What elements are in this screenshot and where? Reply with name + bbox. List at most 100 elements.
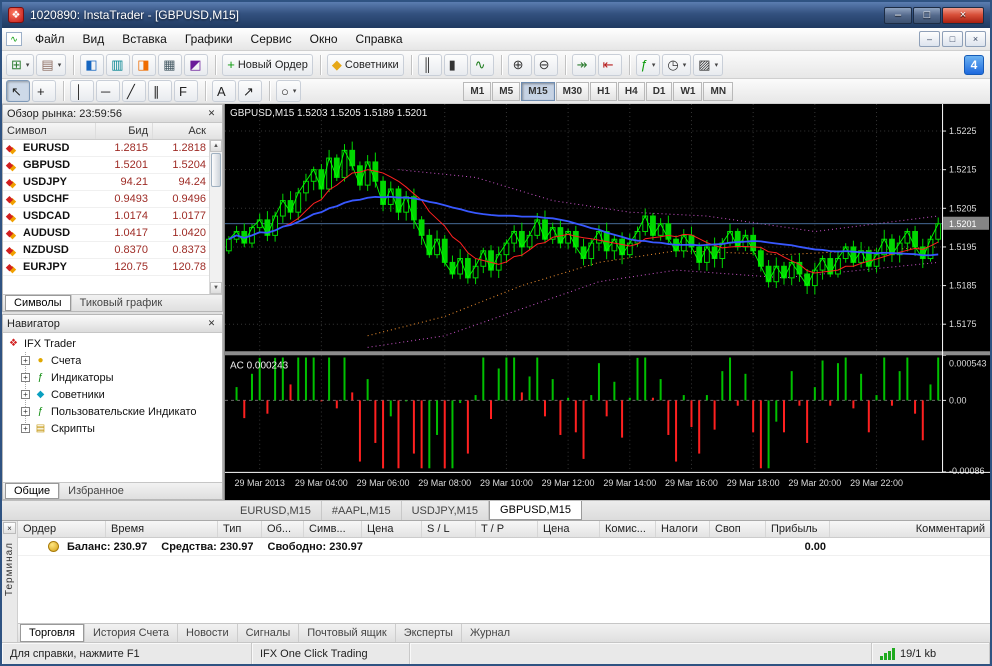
symbol-row-nzdusd[interactable]: ◆ NZDUSD 0.8370 0.8373 — [3, 242, 222, 259]
menu-view[interactable]: Вид — [74, 29, 114, 49]
data-window-toggle-button[interactable]: ▥ — [106, 53, 131, 76]
column-header-bid[interactable]: Бид — [95, 123, 152, 139]
crosshair-button[interactable]: + — [32, 80, 56, 102]
market-watch-close-icon[interactable]: ✕ — [205, 108, 218, 120]
terminal-close-icon[interactable]: × — [3, 522, 16, 534]
timeframe-m1-button[interactable]: M1 — [463, 81, 492, 101]
tree-item-custom-indicators[interactable]: + ƒ Пользовательские Индикато — [3, 403, 222, 420]
fibonacci-button[interactable]: F — [174, 80, 198, 102]
strategy-tester-toggle-button[interactable]: ◩ — [184, 53, 209, 76]
mdi-minimize-button[interactable]: – — [919, 31, 940, 47]
timeframe-m15-button[interactable]: M15 — [521, 81, 555, 101]
terminal-column-10[interactable]: Налоги — [656, 521, 710, 537]
menu-insert[interactable]: Вставка — [113, 29, 176, 49]
terminal-column-6[interactable]: S / L — [422, 521, 476, 537]
chart-shift-button[interactable]: ⇤ — [597, 53, 622, 76]
terminal-tab-mailbox[interactable]: Почтовый ящик — [298, 624, 394, 642]
navigator-toggle-button[interactable]: ◨ — [132, 53, 157, 76]
one-click-trading-section[interactable]: IFX One Click Trading — [252, 643, 410, 664]
terminal-column-0[interactable]: Ордер — [18, 521, 106, 537]
terminal-column-8[interactable]: Цена — [538, 521, 600, 537]
scroll-thumb[interactable] — [211, 153, 221, 187]
navigator-tab-common[interactable]: Общие — [5, 483, 60, 499]
title-bar[interactable]: ❖ 1020890: InstaTrader - [GBPUSD,M15] – … — [2, 2, 990, 28]
zoom-out-button[interactable]: ⊖ — [533, 53, 558, 76]
market-watch-toggle-button[interactable]: ◧ — [80, 53, 105, 76]
symbol-row-audusd[interactable]: ◆ AUDUSD 1.0417 1.0420 — [3, 225, 222, 242]
timeframe-w1-button[interactable]: W1 — [673, 81, 703, 101]
timeframe-h1-button[interactable]: H1 — [590, 81, 617, 101]
periods-button[interactable]: ◷ ▾ — [662, 53, 692, 76]
new-order-button[interactable]: + Новый Ордер — [222, 53, 313, 76]
symbol-row-eurjpy[interactable]: ◆ EURJPY 120.75 120.78 — [3, 259, 222, 276]
mdi-restore-button[interactable]: □ — [942, 31, 963, 47]
chart-mdi-icon[interactable]: ∿ — [6, 32, 22, 46]
expert-advisors-button[interactable]: ◆ Советники — [326, 53, 404, 76]
tree-item-indicators[interactable]: + ƒ Индикаторы — [3, 369, 222, 386]
indicators-button[interactable]: ƒ ▾ — [635, 53, 661, 76]
cursor-button[interactable]: ↖ — [6, 80, 30, 102]
terminal-column-13[interactable]: Комментарий — [830, 521, 990, 537]
tree-item-scripts[interactable]: + ▤ Скрипты — [3, 420, 222, 437]
minimize-button[interactable]: – — [884, 6, 912, 24]
terminal-column-1[interactable]: Время — [106, 521, 218, 537]
terminal-tab-journal[interactable]: Журнал — [460, 624, 518, 642]
candles-mode-button[interactable]: ▮ — [443, 53, 468, 76]
expand-icon[interactable]: + — [21, 407, 30, 416]
equidistant-channel-button[interactable]: ∥ — [148, 80, 172, 102]
terminal-column-5[interactable]: Цена — [362, 521, 422, 537]
symbol-row-eurusd[interactable]: ◆ EURUSD 1.2815 1.2818 — [3, 140, 222, 157]
terminal-column-12[interactable]: Прибыль — [766, 521, 830, 537]
terminal-column-7[interactable]: T / P — [476, 521, 538, 537]
arrow-objects-button[interactable]: ↗ — [238, 80, 262, 102]
terminal-tab-experts[interactable]: Эксперты — [394, 624, 461, 642]
terminal-column-11[interactable]: Своп — [710, 521, 766, 537]
auto-scroll-button[interactable]: ↠ — [571, 53, 596, 76]
expand-icon[interactable]: + — [21, 424, 30, 433]
profiles-button[interactable]: ▤ ▾ — [36, 53, 67, 76]
terminal-tab-news[interactable]: Новости — [177, 624, 237, 642]
menu-file[interactable]: Файл — [26, 29, 74, 49]
shapes-button[interactable]: ○ ▾ — [276, 80, 302, 102]
timeframe-d1-button[interactable]: D1 — [645, 81, 673, 101]
menu-help[interactable]: Справка — [347, 29, 412, 49]
text-label-button[interactable]: A — [212, 80, 236, 102]
market-watch-tab-symbols[interactable]: Символы — [5, 295, 71, 311]
scroll-down-icon[interactable]: ▼ — [210, 282, 222, 294]
terminal-tab-trade[interactable]: Торговля — [20, 624, 84, 642]
community-button[interactable]: 4 — [964, 54, 984, 75]
column-header-ask[interactable]: Аск — [152, 123, 222, 139]
tree-item-accounts[interactable]: + ● Счета — [3, 352, 222, 369]
price-chart[interactable]: 29 Mar 2013 29 Mar 04:00 29 Mar 06:00 29 Ma… — [225, 104, 990, 500]
menu-charts[interactable]: Графики — [176, 29, 242, 49]
bars-mode-button[interactable]: ║ — [417, 53, 442, 76]
timeframe-m5-button[interactable]: M5 — [492, 81, 521, 101]
line-mode-button[interactable]: ∿ — [469, 53, 494, 76]
timeframe-h4-button[interactable]: H4 — [617, 81, 645, 101]
market-watch-tab-tick-chart[interactable]: Тиковый график — [70, 295, 171, 311]
symbol-row-gbpusd[interactable]: ◆ GBPUSD 1.5201 1.5204 — [3, 157, 222, 174]
timeframe-m30-button[interactable]: M30 — [555, 81, 590, 101]
expand-icon[interactable]: + — [21, 390, 30, 399]
navigator-tab-favorites[interactable]: Избранное — [59, 483, 132, 499]
expand-icon[interactable]: + — [21, 373, 30, 382]
column-header-sym[interactable]: Символ — [3, 123, 95, 139]
zoom-in-button[interactable]: ⊕ — [507, 53, 532, 76]
scroll-up-icon[interactable]: ▲ — [210, 140, 222, 152]
mdi-close-button[interactable]: × — [965, 31, 986, 47]
terminal-column-9[interactable]: Комис... — [600, 521, 656, 537]
terminal-column-3[interactable]: Об... — [262, 521, 304, 537]
chart-tab-aapl[interactable]: #AAPL,M15 — [322, 501, 402, 520]
menu-window[interactable]: Окно — [301, 29, 347, 49]
close-button[interactable]: × — [942, 6, 984, 24]
maximize-button[interactable]: □ — [913, 6, 941, 24]
terminal-column-2[interactable]: Тип — [218, 521, 262, 537]
symbol-row-usdjpy[interactable]: ◆ USDJPY 94.21 94.24 — [3, 174, 222, 191]
terminal-tab-signals[interactable]: Сигналы — [236, 624, 299, 642]
chart-tab-eurusd[interactable]: EURUSD,M15 — [230, 501, 322, 520]
new-chart-button[interactable]: ⊞ ▾ — [6, 53, 35, 76]
market-watch-scrollbar[interactable]: ▲ ▼ — [209, 140, 222, 294]
tree-root-ifx-trader[interactable]: ❖ IFX Trader — [3, 335, 222, 352]
navigator-close-icon[interactable]: ✕ — [205, 318, 218, 330]
chart-tab-gbpusd[interactable]: GBPUSD,M15 — [489, 501, 582, 520]
